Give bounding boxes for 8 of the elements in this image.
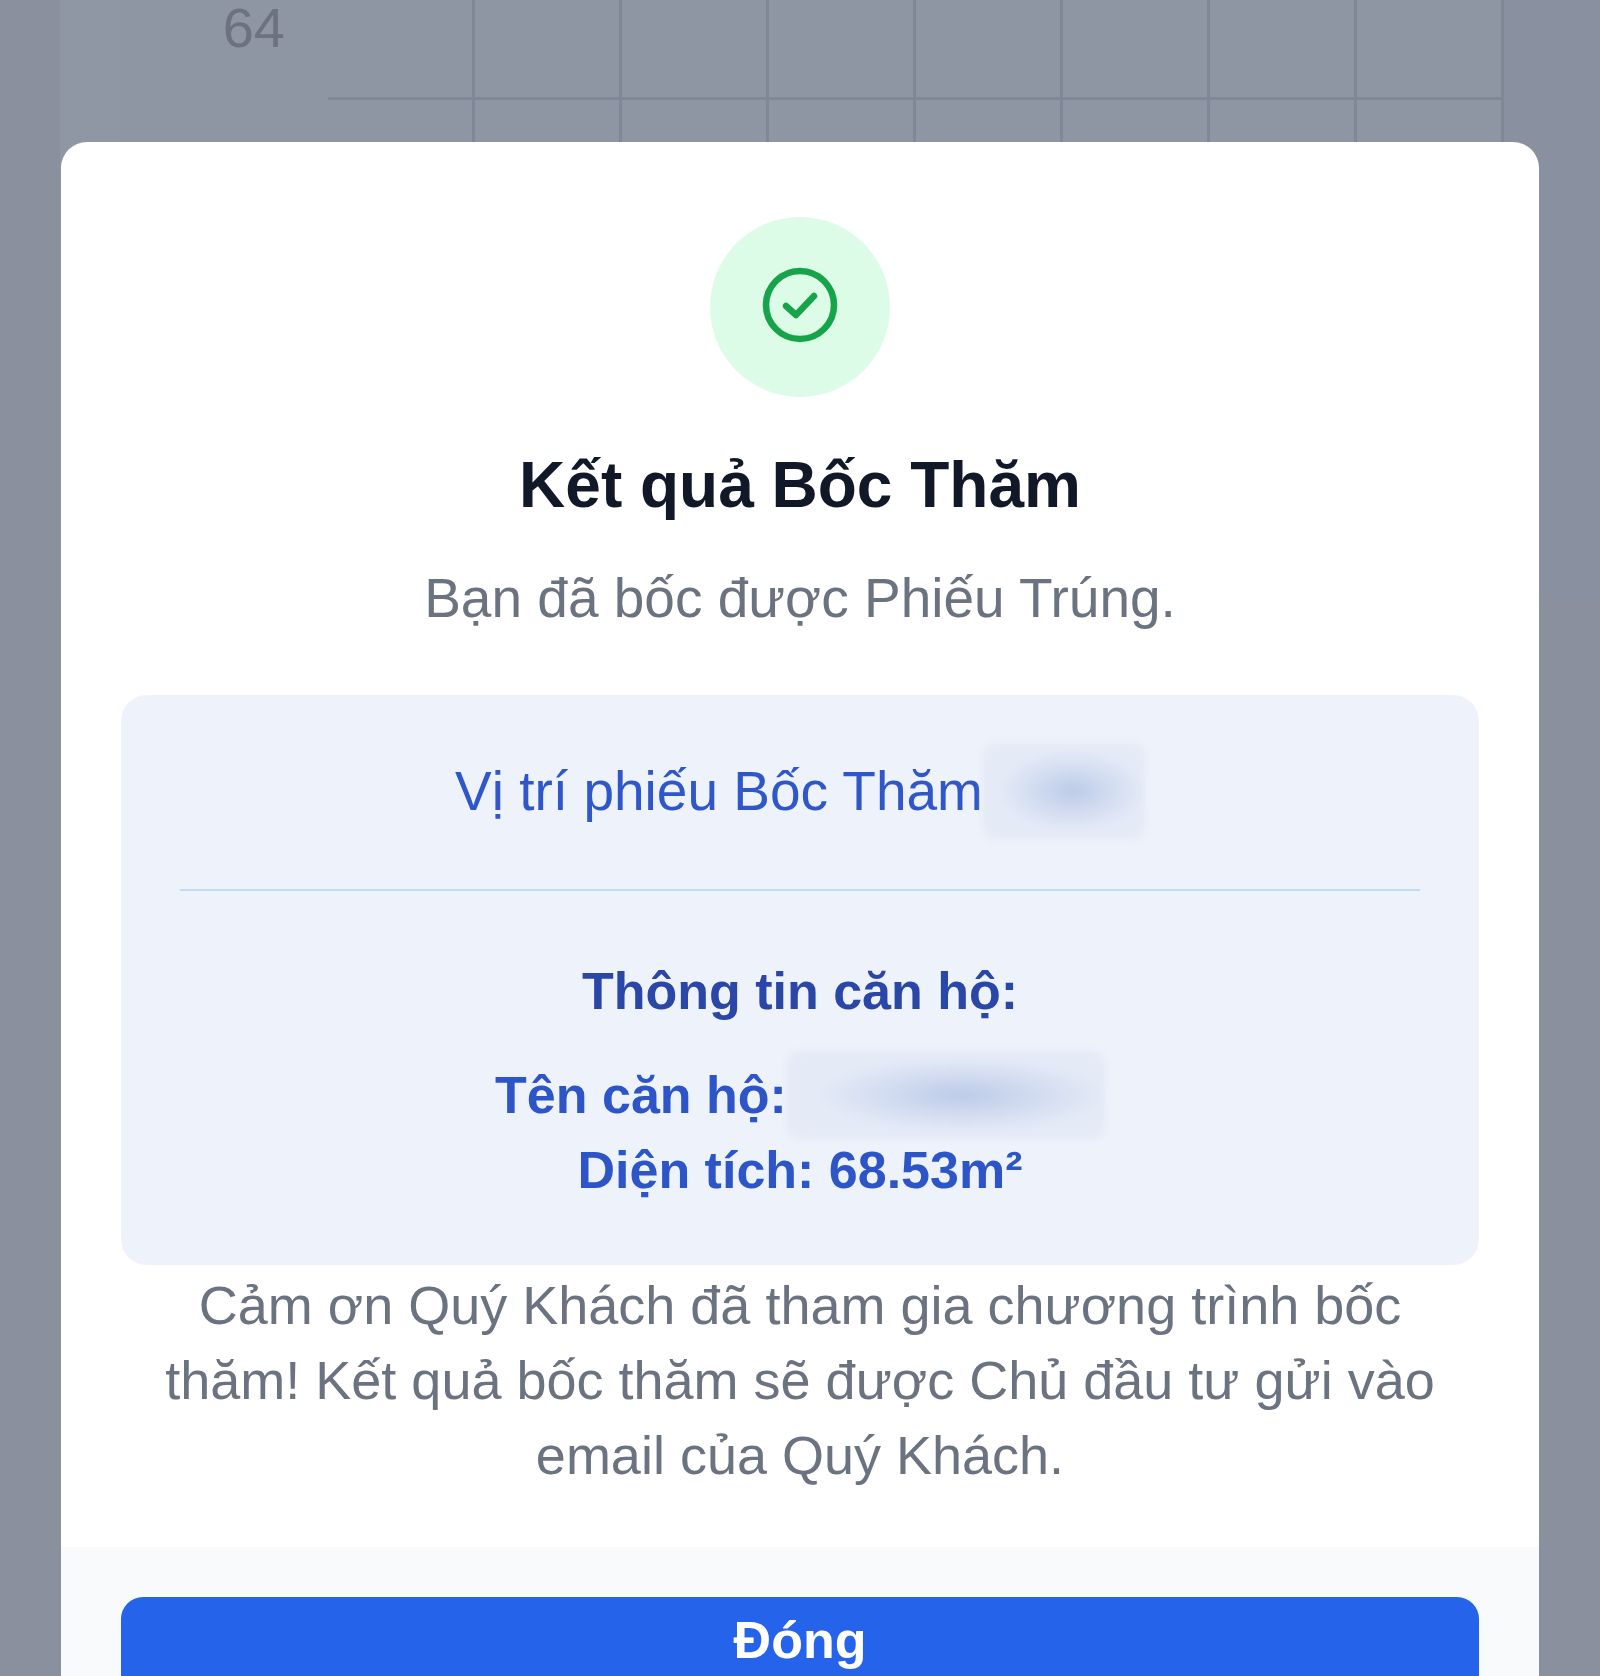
apartment-info-heading: Thông tin căn hộ: <box>581 961 1019 1022</box>
result-message: Bạn đã bốc được Phiếu Trúng. <box>424 566 1176 631</box>
dialog-title: Kết quả Bốc Thăm <box>519 448 1081 523</box>
ticket-position-label: Vị trí phiếu Bốc Thăm <box>455 759 983 824</box>
close-button[interactable]: Đóng <box>121 1597 1479 1676</box>
apartment-field: Tên căn hộ: <box>495 1064 787 1126</box>
apartment-field: Diện tích: 68.53m² <box>577 1139 1023 1201</box>
thank-you-note: Cảm ơn Quý Khách đã tham gia chương trình bốc thăm! Kết quả bốc thăm sẽ được Chủ đầu tư gửi vào email của Quý Khách. <box>164 1274 1436 1487</box>
